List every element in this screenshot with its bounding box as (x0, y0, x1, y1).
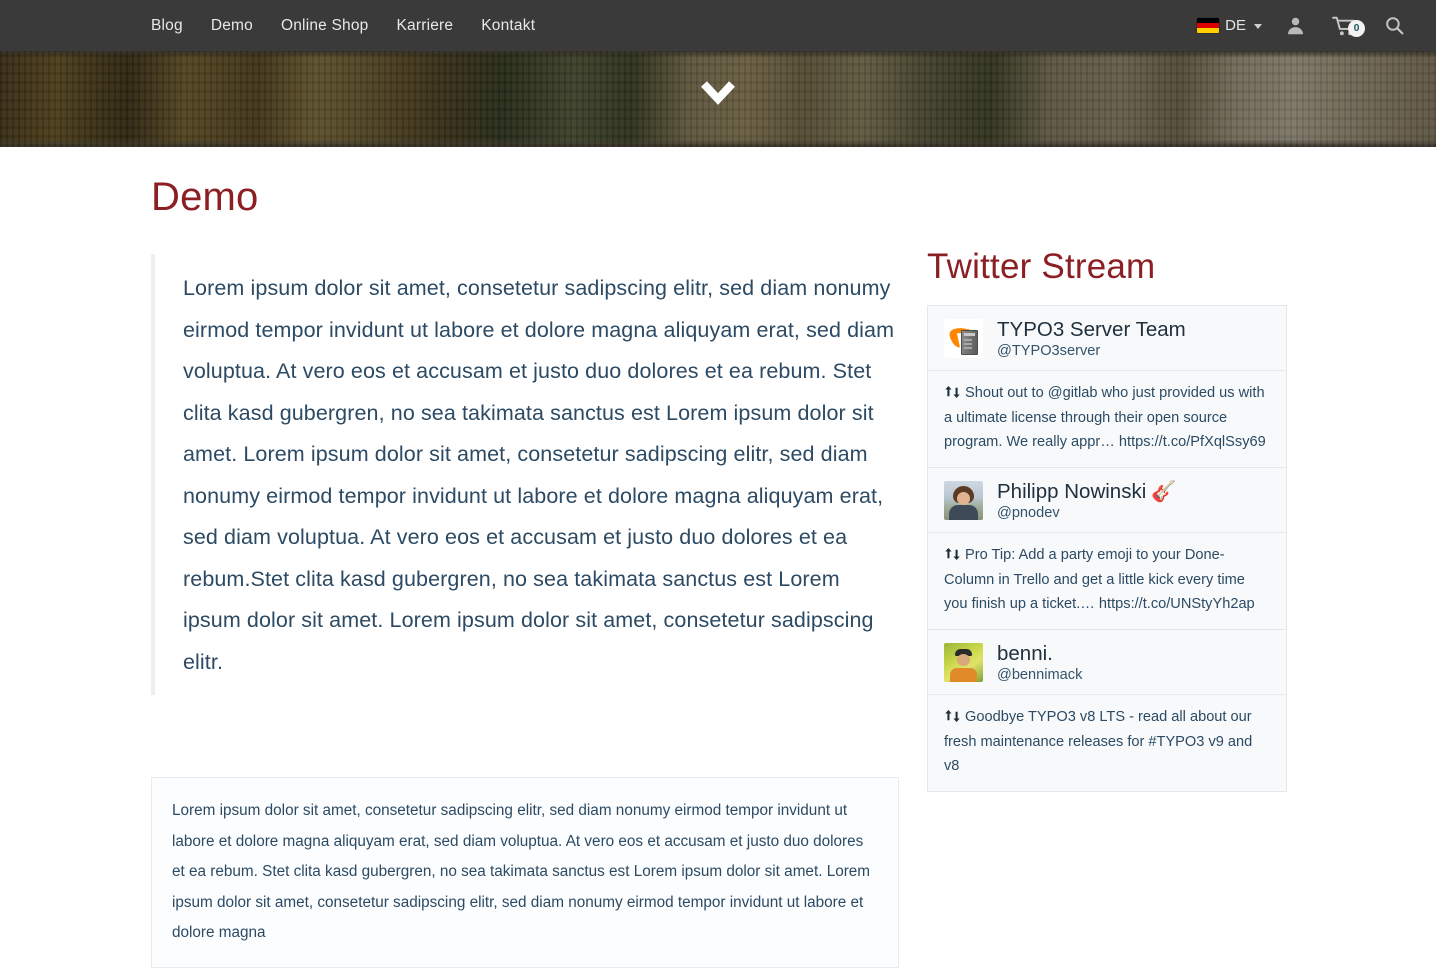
lead-paragraph: Lorem ipsum dolor sit amet, consetetur s… (151, 254, 899, 695)
site-header: Blog Demo Online Shop Karriere Kontakt D… (0, 0, 1436, 51)
typo3-server-avatar (944, 318, 983, 358)
guitar-emoji-icon: 🎸 (1151, 480, 1177, 504)
tweet-header: benni. @bennimack (928, 630, 1286, 695)
tweet-text: Shout out to @gitlab who just provided u… (944, 384, 1266, 450)
page-content: Demo Lorem ipsum dolor sit amet, consete… (0, 147, 1436, 968)
language-code: DE (1225, 17, 1246, 34)
sidebar-column: Twitter Stream TYPO3 Server Team @TYPO3s… (927, 247, 1287, 968)
body-text-block: Lorem ipsum dolor sit amet, consetetur s… (151, 777, 899, 968)
retweet-icon (944, 546, 961, 570)
tweet-body: Goodbye TYPO3 v8 LTS - read all about ou… (928, 695, 1286, 792)
chevron-down-icon (701, 81, 735, 105)
tweet-author: Philipp Nowinski 🎸 @pnodev (997, 480, 1177, 521)
tweet-header: TYPO3 Server Team @TYPO3server (928, 306, 1286, 371)
tweet-card[interactable]: TYPO3 Server Team @TYPO3server Shout out… (927, 305, 1287, 468)
cart-button[interactable]: 0 (1319, 15, 1371, 37)
chevron-down-icon (1254, 24, 1262, 29)
language-switcher[interactable]: DE (1187, 17, 1272, 34)
search-icon (1386, 17, 1404, 35)
tweet-author-handle: @pnodev (997, 504, 1060, 521)
main-navigation: Blog Demo Online Shop Karriere Kontakt (151, 0, 549, 51)
tweet-header: Philipp Nowinski 🎸 @pnodev (928, 468, 1286, 533)
user-icon (1287, 17, 1304, 35)
tweet-author-name: TYPO3 Server Team (997, 318, 1186, 341)
tweet-author-name: Philipp Nowinski (997, 480, 1147, 504)
nav-item-demo[interactable]: Demo (197, 0, 267, 51)
hero-bottom-shadow (0, 139, 1436, 147)
philipp-nowinski-avatar (944, 480, 983, 520)
search-button[interactable] (1371, 15, 1418, 36)
tweet-author-handle: @bennimack (997, 666, 1083, 683)
tweet-body: Pro Tip: Add a party emoji to your Done-… (928, 533, 1286, 630)
tweet-text: Goodbye TYPO3 v8 LTS - read all about ou… (944, 708, 1253, 774)
tweet-author: benni. @bennimack (997, 642, 1082, 683)
nav-item-karriere[interactable]: Karriere (383, 0, 468, 51)
tweet-body: Shout out to @gitlab who just provided u… (928, 371, 1286, 468)
nav-item-online-shop[interactable]: Online Shop (267, 0, 383, 51)
retweet-icon (944, 384, 961, 408)
main-column: Lorem ipsum dolor sit amet, consetetur s… (151, 254, 899, 968)
benni-avatar (944, 642, 983, 682)
tweet-card[interactable]: benni. @bennimack Goodbye TYPO3 v8 LTS -… (927, 629, 1287, 793)
scroll-down-button[interactable] (0, 80, 1436, 106)
page-title: Demo (151, 175, 259, 219)
content-columns: Lorem ipsum dolor sit amet, consetetur s… (0, 247, 1436, 968)
account-button[interactable] (1272, 15, 1319, 36)
retweet-icon (944, 708, 961, 732)
twitter-stream-heading: Twitter Stream (927, 247, 1156, 286)
tweet-author-handle: @TYPO3server (997, 342, 1101, 359)
tweet-card[interactable]: Philipp Nowinski 🎸 @pnodev Pro Tip: Add … (927, 467, 1287, 630)
german-flag-icon (1197, 18, 1220, 33)
cart-count-badge: 0 (1348, 19, 1365, 37)
tweet-text: Pro Tip: Add a party emoji to your Done-… (944, 546, 1255, 612)
tweet-author-name: benni. (997, 642, 1053, 666)
hero-banner (0, 51, 1436, 147)
nav-item-kontakt[interactable]: Kontakt (467, 0, 549, 51)
tweet-author: TYPO3 Server Team @TYPO3server (997, 318, 1186, 359)
hero-top-shadow (0, 51, 1436, 57)
server-icon (961, 329, 978, 355)
nav-item-blog[interactable]: Blog (151, 0, 197, 51)
header-utilities: DE 0 (1187, 0, 1436, 51)
